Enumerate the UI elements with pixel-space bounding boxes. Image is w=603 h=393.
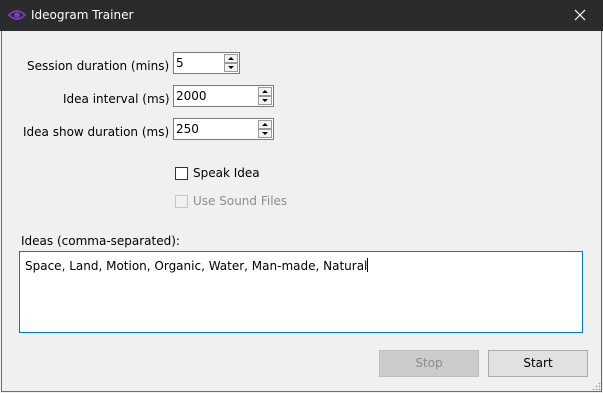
eye-icon: [7, 8, 27, 22]
idea-show-duration-down-button[interactable]: [258, 129, 272, 138]
idea-show-duration-value: 250: [176, 122, 199, 136]
idea-interval-down-button[interactable]: [258, 96, 272, 105]
session-duration-up-button[interactable]: [224, 54, 238, 63]
text-caret: [367, 258, 369, 272]
idea-interval-spinbox[interactable]: 2000: [173, 85, 274, 107]
use-sound-files-checkbox: [175, 195, 188, 208]
idea-show-duration-spinbox[interactable]: 250: [173, 118, 274, 140]
speak-idea-label[interactable]: Speak Idea: [193, 165, 260, 181]
close-icon: [574, 9, 586, 21]
close-button[interactable]: [557, 0, 603, 31]
start-button[interactable]: Start: [488, 350, 588, 377]
speak-idea-checkbox[interactable]: [175, 167, 188, 180]
title-bar: Ideogram Trainer: [0, 0, 603, 31]
use-sound-files-label: Use Sound Files: [193, 194, 288, 208]
dialog-body: [1, 31, 602, 392]
stop-button: Stop: [379, 350, 479, 377]
session-duration-spinbox[interactable]: 5: [173, 52, 240, 74]
idea-interval-value: 2000: [176, 89, 207, 103]
window-title: Ideogram Trainer: [31, 8, 134, 22]
session-duration-value: 5: [176, 56, 184, 70]
ideas-textarea[interactable]: Space, Land, Motion, Organic, Water, Man…: [19, 251, 583, 333]
session-duration-down-button[interactable]: [224, 63, 238, 72]
resize-grip-icon[interactable]: [591, 381, 601, 391]
session-duration-label: Session duration (mins): [27, 59, 170, 73]
ideas-text: Space, Land, Motion, Organic, Water, Man…: [25, 259, 368, 273]
idea-interval-label: Idea interval (ms): [63, 92, 170, 106]
ideas-label: Ideas (comma-separated):: [21, 234, 180, 248]
idea-interval-up-button[interactable]: [258, 87, 272, 96]
idea-show-duration-up-button[interactable]: [258, 120, 272, 129]
idea-show-duration-label: Idea show duration (ms): [23, 125, 170, 139]
